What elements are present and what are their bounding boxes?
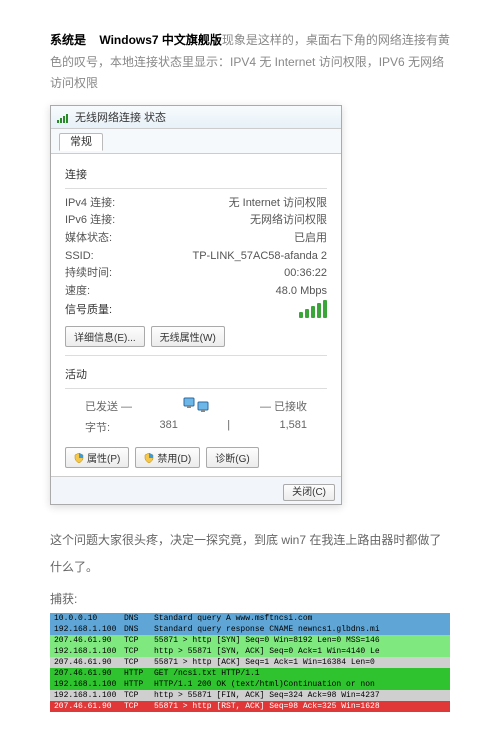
packet-proto: TCP <box>120 646 150 657</box>
packet-row: 207.46.61.90TCP55871 > http [RST, ACK] S… <box>50 701 450 712</box>
signal-quality-label: 信号质量: <box>65 301 112 317</box>
section-activity: 活动 <box>65 366 327 382</box>
status-row: IPv4 连接: 无 Internet 访问权限 <box>65 195 327 213</box>
dialog-titlebar: 无线网络连接 状态 <box>51 106 341 129</box>
packet-ip: 192.168.1.100 <box>50 646 120 657</box>
intro-prefix: 系统是 <box>50 33 86 47</box>
packet-proto: TCP <box>120 701 150 712</box>
status-key: IPv6 连接: <box>65 212 115 230</box>
recv-label: — 已接收 <box>260 398 307 414</box>
signal-bars-icon <box>299 300 327 318</box>
packet-ip: 207.46.61.90 <box>50 635 120 646</box>
tab-general[interactable]: 常规 <box>59 133 103 151</box>
packet-ip: 192.168.1.100 <box>50 624 120 635</box>
status-value: 00:36:22 <box>284 265 327 283</box>
packet-row: 207.46.61.90HTTPGET /ncsi.txt HTTP/1.1 <box>50 668 450 679</box>
packet-row: 192.168.1.100TCPhttp > 55871 [FIN, ACK] … <box>50 690 450 701</box>
status-value: 无网络访问权限 <box>250 212 327 230</box>
status-key: 媒体状态: <box>65 230 112 248</box>
status-key: SSID: <box>65 248 94 266</box>
packet-info: http > 55871 [FIN, ACK] Seq=324 Ack=98 W… <box>150 690 450 701</box>
packet-proto: TCP <box>120 657 150 668</box>
details-button[interactable]: 详细信息(E)... <box>65 326 145 347</box>
packet-row: 192.168.1.100TCPhttp > 55871 [SYN, ACK] … <box>50 646 450 657</box>
dialog-title: 无线网络连接 状态 <box>75 109 166 125</box>
packet-ip: 192.168.1.100 <box>50 690 120 701</box>
packet-capture-table: 10.0.0.10DNSStandard query A www.msftncs… <box>50 613 450 712</box>
packet-info: 55871 > http [SYN] Seq=0 Win=8192 Len=0 … <box>150 635 450 646</box>
packet-info: 55871 > http [ACK] Seq=1 Ack=1 Win=16384… <box>150 657 450 668</box>
status-row: 媒体状态: 已启用 <box>65 230 327 248</box>
packet-info: GET /ncsi.txt HTTP/1.1 <box>150 668 450 679</box>
packet-row: 10.0.0.10DNSStandard query A www.msftncs… <box>50 613 450 624</box>
bytes-sent: 381 <box>159 419 177 435</box>
packet-ip: 207.46.61.90 <box>50 701 120 712</box>
status-key: IPv4 连接: <box>65 195 115 213</box>
shield-icon <box>74 453 84 463</box>
status-dialog: 无线网络连接 状态 常规 连接 IPv4 连接:无 Internet 访问权限I… <box>50 105 342 506</box>
status-value: 无 Internet 访问权限 <box>229 195 327 213</box>
status-key: 持续时间: <box>65 265 112 283</box>
packet-proto: TCP <box>120 635 150 646</box>
packet-ip: 10.0.0.10 <box>50 613 120 624</box>
properties-button[interactable]: 属性(P) <box>65 447 129 468</box>
status-value: TP-LINK_57AC58-afanda 2 <box>192 248 327 266</box>
packet-row: 207.46.61.90TCP55871 > http [ACK] Seq=1 … <box>50 657 450 668</box>
packet-proto: DNS <box>120 624 150 635</box>
wifi-icon <box>57 111 71 123</box>
close-button[interactable]: 关闭(C) <box>283 484 335 501</box>
body-paragraph-1: 这个问题大家很头疼，决定一探究竟，到底 win7 在我连上路由器时都做了什么了。 <box>50 527 450 580</box>
status-key: 速度: <box>65 283 90 301</box>
status-value: 已启用 <box>294 230 327 248</box>
packet-proto: HTTP <box>120 679 150 690</box>
packet-row: 207.46.61.90TCP55871 > http [SYN] Seq=0 … <box>50 635 450 646</box>
network-monitors-icon <box>182 395 210 417</box>
packet-info: Standard query A www.msftncsi.com <box>150 613 450 624</box>
bytes-recv: 1,581 <box>279 419 307 435</box>
status-value: 48.0 Mbps <box>276 283 327 301</box>
capture-label: 捕获: <box>50 590 450 607</box>
packet-ip: 207.46.61.90 <box>50 657 120 668</box>
status-row: SSID: TP-LINK_57AC58-afanda 2 <box>65 248 327 266</box>
intro-paragraph: 系统是 Windows7 中文旗舰版现象是这样的，桌面右下角的网络连接有黄色的叹… <box>50 30 450 95</box>
packet-proto: HTTP <box>120 668 150 679</box>
intro-os: Windows7 中文旗舰版 <box>99 33 222 47</box>
status-row: 持续时间: 00:36:22 <box>65 265 327 283</box>
status-row: 速度: 48.0 Mbps <box>65 283 327 301</box>
wireless-props-button[interactable]: 无线属性(W) <box>151 326 225 347</box>
tab-bar: 常规 <box>51 129 341 154</box>
packet-info: HTTP/1.1 200 OK (text/html)Continuation … <box>150 679 450 690</box>
status-row: IPv6 连接: 无网络访问权限 <box>65 212 327 230</box>
packet-proto: DNS <box>120 613 150 624</box>
packet-info: Standard query response CNAME newncs1.gl… <box>150 624 450 635</box>
packet-ip: 207.46.61.90 <box>50 668 120 679</box>
disable-button[interactable]: 禁用(D) <box>135 447 200 468</box>
section-connection: 连接 <box>65 166 327 182</box>
shield-icon <box>144 453 154 463</box>
packet-row: 192.168.1.100HTTPHTTP/1.1 200 OK (text/h… <box>50 679 450 690</box>
diagnose-button[interactable]: 诊断(G) <box>206 447 258 468</box>
bytes-label: 字节: <box>85 419 110 435</box>
packet-proto: TCP <box>120 690 150 701</box>
packet-info: http > 55871 [SYN, ACK] Seq=0 Ack=1 Win=… <box>150 646 450 657</box>
packet-row: 192.168.1.100DNSStandard query response … <box>50 624 450 635</box>
packet-ip: 192.168.1.100 <box>50 679 120 690</box>
sent-label: 已发送 — <box>85 398 132 414</box>
packet-info: 55871 > http [RST, ACK] Seq=98 Ack=325 W… <box>150 701 450 712</box>
